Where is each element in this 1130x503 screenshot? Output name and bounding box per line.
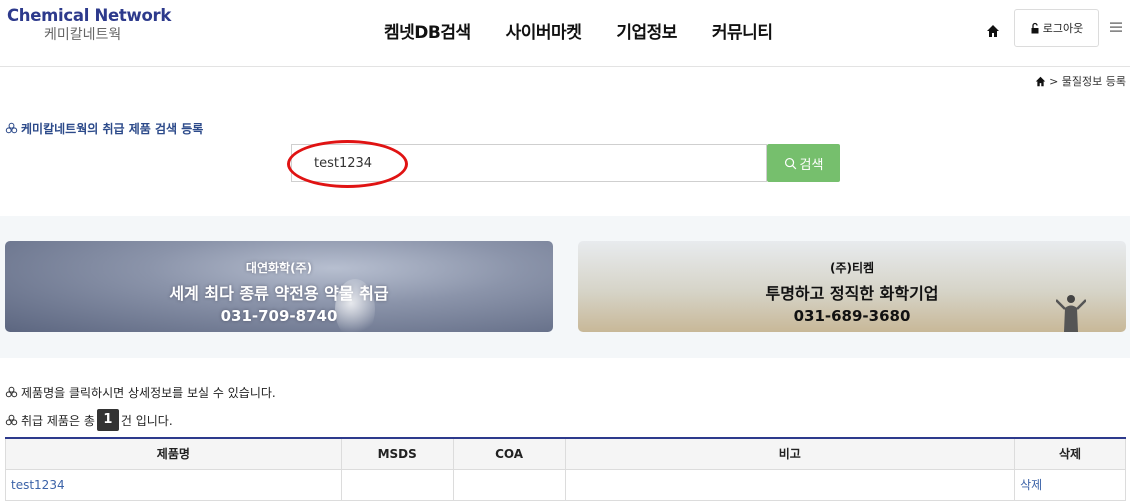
banner-tchem[interactable]: (주)티켐 투명하고 정직한 화학기업 031-689-3680 [578, 241, 1126, 332]
info-click-hint-text: 제품명을 클릭하시면 상세정보를 보실 수 있습니다. [21, 386, 276, 400]
section-title-text: 케미칼네트웍의 취급 제품 검색 등록 [21, 122, 204, 136]
product-table: 제품명 MSDS COA 비고 삭제 test1234 삭제 [5, 437, 1126, 501]
home-icon[interactable] [1035, 76, 1046, 87]
unlock-icon [1031, 22, 1039, 34]
count-prefix: 취급 제품은 총 [21, 413, 95, 428]
coa-cell [452, 468, 566, 501]
search-icon [784, 157, 796, 169]
column-header-delete: 삭제 [1014, 438, 1126, 470]
column-header-msds: MSDS [340, 438, 454, 470]
main-nav: 켐넷DB검색 사이버마켓 기업정보 커뮤니티 [384, 18, 773, 43]
logout-button[interactable]: 로그아웃 [1014, 9, 1099, 47]
column-header-product-name: 제품명 [5, 438, 342, 470]
banner-company: 대연화학(주) [245, 261, 313, 275]
clover-icon [5, 122, 18, 134]
count-badge: 1 [96, 409, 119, 431]
site-header: Chemical Network 케미칼네트웍 켐넷DB검색 사이버마켓 기업정… [0, 0, 1130, 67]
product-name-link[interactable]: test1234 [5, 468, 342, 501]
clover-icon [5, 386, 18, 398]
section-title: 케미칼네트웍의 취급 제품 검색 등록 [5, 120, 203, 137]
light-bulb-graphic [335, 279, 375, 332]
breadcrumb-current: > 물질정보 등록 [1049, 75, 1126, 88]
nav-item-cyber-market[interactable]: 사이버마켓 [506, 18, 582, 43]
info-click-hint: 제품명을 클릭하시면 상세정보를 보실 수 있습니다. [5, 384, 276, 401]
logo-korean: 케미칼네트웍 [44, 27, 122, 43]
banner-slogan: 세계 최다 종류 약전용 약물 취급 [169, 284, 389, 303]
note-cell [564, 468, 1016, 501]
banner-phone: 031-689-3680 [793, 307, 911, 325]
banner-daeyeon[interactable]: 대연화학(주) 세계 최다 종류 약전용 약물 취급 031-709-8740 [5, 241, 553, 332]
site-logo[interactable]: Chemical Network 케미칼네트웍 [7, 6, 177, 44]
column-header-coa: COA [452, 438, 566, 470]
count-suffix: 건 입니다. [120, 413, 173, 428]
table-header-row: 제품명 MSDS COA 비고 삭제 [5, 438, 1126, 470]
nav-item-company-info[interactable]: 기업정보 [616, 18, 677, 43]
person-silhouette-graphic [1056, 295, 1086, 332]
clover-icon [5, 414, 18, 425]
nav-item-chemnet-db-search[interactable]: 켐넷DB검색 [384, 18, 471, 43]
logout-label: 로그아웃 [1042, 22, 1084, 35]
delete-link[interactable]: 삭제 [1014, 468, 1126, 501]
search-button[interactable]: 검색 [767, 144, 840, 182]
info-product-count: 취급 제품은 총 1 건 입니다. [5, 409, 173, 431]
breadcrumb: > 물질정보 등록 [1035, 73, 1126, 89]
table-row: test1234 삭제 [5, 468, 1126, 501]
banner-section: 대연화학(주) 세계 최다 종류 약전용 약물 취급 031-709-8740 … [0, 216, 1130, 358]
search-button-label: 검색 [799, 157, 824, 173]
banner-phone: 031-709-8740 [220, 307, 338, 325]
column-header-note: 비고 [564, 438, 1016, 470]
search-box [291, 144, 767, 182]
search-input[interactable] [292, 145, 766, 181]
banner-slogan: 투명하고 정직한 화학기업 [765, 284, 939, 303]
hamburger-menu-icon[interactable] [1110, 21, 1122, 33]
msds-cell [340, 468, 454, 501]
logo-english: Chemical Network [7, 6, 171, 25]
home-icon[interactable] [986, 24, 1000, 38]
banner-company: (주)티켐 [829, 261, 875, 275]
nav-item-community[interactable]: 커뮤니티 [712, 18, 773, 43]
